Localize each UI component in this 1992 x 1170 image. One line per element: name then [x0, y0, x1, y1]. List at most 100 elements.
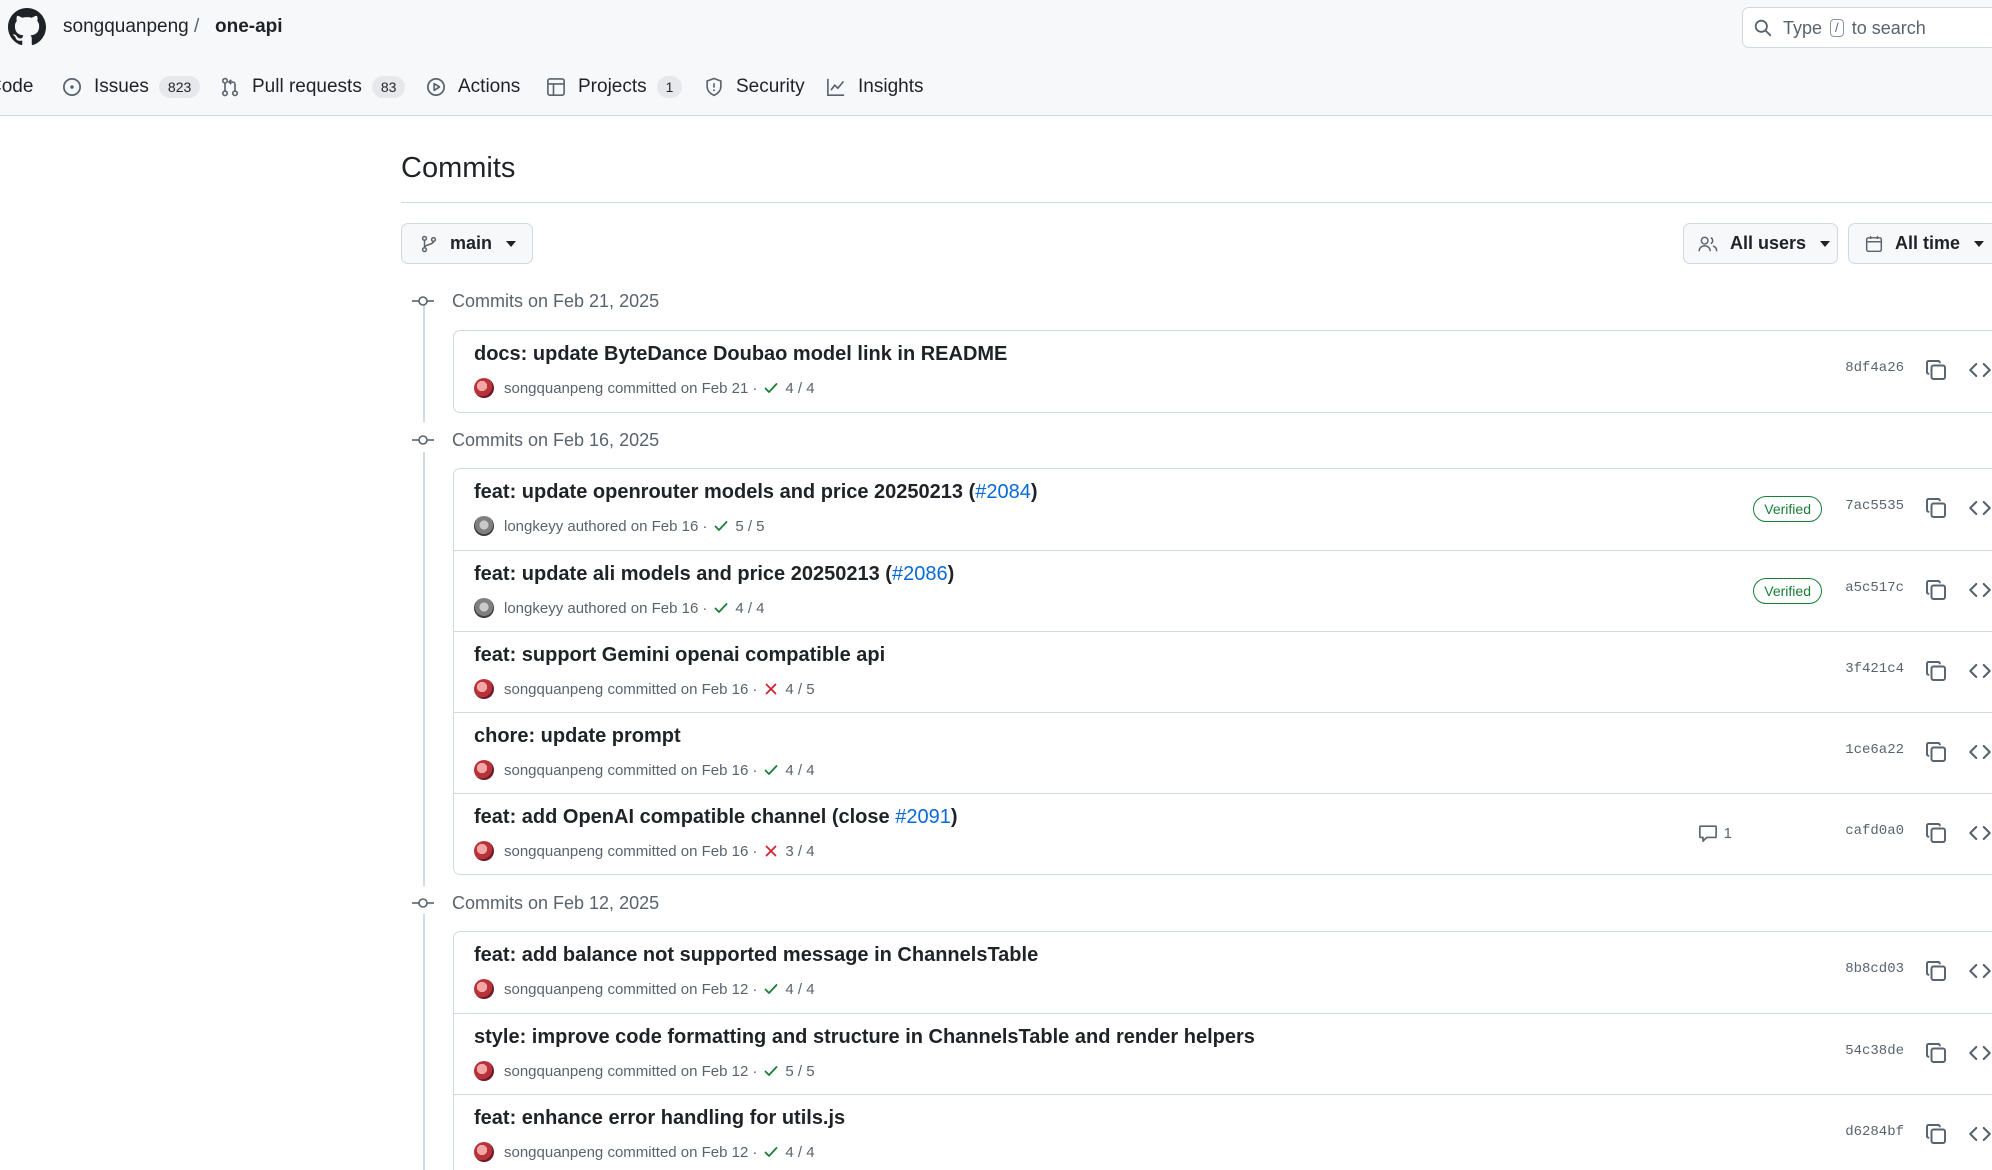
commit-message[interactable]: docs: update ByteDance Doubao model link… — [474, 343, 1007, 366]
tab-code[interactable]: Code — [0, 69, 33, 105]
commit-action: committed — [607, 1062, 677, 1080]
code-browse-icon[interactable] — [1968, 1041, 1992, 1065]
time-filter-button[interactable]: All time — [1848, 223, 1992, 264]
copy-icon[interactable] — [1924, 496, 1948, 520]
copy-icon[interactable] — [1924, 358, 1948, 382]
page-title: Commits — [401, 152, 516, 184]
code-browse-icon[interactable] — [1968, 659, 1992, 683]
copy-icon[interactable] — [1924, 659, 1948, 683]
author-name[interactable]: songquanpeng — [504, 1144, 603, 1161]
code-browse-icon[interactable] — [1968, 358, 1992, 382]
commit-row[interactable]: feat: support Gemini openai compatible a… — [454, 631, 1992, 712]
checks-count[interactable]: 4 / 4 — [785, 762, 814, 779]
commit-message[interactable]: chore: update prompt — [474, 725, 681, 748]
verified-badge[interactable]: Verified — [1753, 578, 1822, 604]
avatar[interactable] — [474, 841, 494, 861]
code-browse-icon[interactable] — [1968, 578, 1992, 602]
tab-pull-requests[interactable]: Pull requests 83 — [220, 69, 406, 105]
breadcrumb-repo[interactable]: one-api — [215, 15, 283, 39]
comments-count[interactable]: 1 — [1698, 823, 1732, 843]
commit-message[interactable]: feat: support Gemini openai compatible a… — [474, 644, 885, 667]
commit-message[interactable]: feat: enhance error handling for utils.j… — [474, 1107, 845, 1130]
commit-row[interactable]: chore: update prompt songquanpeng committ… — [454, 712, 1992, 793]
commit-sha[interactable]: d6284bf — [1845, 1124, 1904, 1140]
copy-icon[interactable] — [1924, 1041, 1948, 1065]
verified-badge[interactable]: Verified — [1753, 496, 1822, 522]
commit-sha[interactable]: 7ac5535 — [1845, 498, 1904, 514]
checks-count[interactable]: 4 / 4 — [785, 1144, 814, 1161]
tab-actions[interactable]: Actions — [426, 69, 520, 105]
avatar[interactable] — [474, 378, 494, 398]
code-browse-icon[interactable] — [1968, 496, 1992, 520]
avatar[interactable] — [474, 516, 494, 536]
author-name[interactable]: longkeyy — [504, 600, 563, 617]
projects-counter: 1 — [656, 76, 683, 98]
commit-message[interactable]: feat: update ali models and price 202502… — [474, 563, 954, 586]
tab-projects[interactable]: Projects 1 — [546, 69, 683, 105]
copy-icon[interactable] — [1924, 578, 1948, 602]
tab-insights[interactable]: Insights — [826, 69, 923, 105]
chevron-down-icon — [506, 240, 517, 247]
check-icon — [764, 984, 778, 994]
commit-row[interactable]: feat: add balance not supported message … — [454, 932, 1992, 1013]
commit-sha[interactable]: 1ce6a22 — [1845, 742, 1904, 758]
commit-sha[interactable]: 8b8cd03 — [1845, 961, 1904, 977]
tab-issues[interactable]: Issues 823 — [62, 69, 201, 105]
avatar[interactable] — [474, 1142, 494, 1162]
commit-sha[interactable]: 8df4a26 — [1845, 360, 1904, 376]
branch-select-button[interactable]: main — [401, 223, 533, 264]
code-browse-icon[interactable] — [1968, 821, 1992, 845]
github-logo-icon[interactable] — [8, 8, 46, 46]
checks-count[interactable]: 4 / 4 — [785, 380, 814, 397]
pr-link[interactable]: #2086 — [892, 563, 948, 585]
author-name[interactable]: songquanpeng — [504, 681, 603, 698]
commit-sha[interactable]: a5c517c — [1845, 580, 1904, 596]
copy-icon[interactable] — [1924, 959, 1948, 983]
commit-message[interactable]: feat: add balance not supported message … — [474, 944, 1038, 967]
code-browse-icon[interactable] — [1968, 740, 1992, 764]
avatar[interactable] — [474, 979, 494, 999]
avatar[interactable] — [474, 598, 494, 618]
commit-row[interactable]: feat: update ali models and price 202502… — [454, 550, 1992, 631]
author-name[interactable]: songquanpeng — [504, 380, 603, 397]
avatar[interactable] — [474, 679, 494, 699]
commit-sha[interactable]: 3f421c4 — [1845, 661, 1904, 677]
commit-row[interactable]: feat: update openrouter models and price… — [454, 469, 1992, 550]
avatar[interactable] — [474, 1061, 494, 1081]
avatar[interactable] — [474, 760, 494, 780]
checks-count[interactable]: 4 / 5 — [785, 681, 814, 698]
checks-count[interactable]: 4 / 4 — [785, 981, 814, 998]
commit-message[interactable]: feat: update openrouter models and price… — [474, 481, 1038, 504]
copy-icon[interactable] — [1924, 1122, 1948, 1146]
author-name[interactable]: longkeyy — [504, 518, 563, 535]
breadcrumb-owner[interactable]: songquanpeng — [63, 15, 189, 39]
checks-count[interactable]: 5 / 5 — [735, 518, 764, 535]
commit-row[interactable]: feat: add OpenAI compatible channel (clo… — [454, 793, 1992, 874]
checks-count[interactable]: 4 / 4 — [735, 600, 764, 617]
search-input[interactable]: Type / to search — [1742, 7, 1992, 48]
commit-row[interactable]: feat: enhance error handling for utils.j… — [454, 1094, 1992, 1170]
commit-row[interactable]: docs: update ByteDance Doubao model link… — [454, 331, 1992, 412]
commit-sha[interactable]: cafd0a0 — [1845, 823, 1904, 839]
commit-message[interactable]: feat: add OpenAI compatible channel (clo… — [474, 806, 958, 829]
commit-meta: songquanpeng committed on Feb 16 · 4 / 4 — [474, 759, 815, 781]
users-filter-button[interactable]: All users — [1683, 223, 1838, 264]
commit-message[interactable]: style: improve code formatting and struc… — [474, 1026, 1255, 1049]
pr-link[interactable]: #2091 — [895, 806, 951, 828]
author-name[interactable]: songquanpeng — [504, 981, 603, 998]
copy-icon[interactable] — [1924, 740, 1948, 764]
checks-count[interactable]: 5 / 5 — [785, 1063, 814, 1080]
checks-count[interactable]: 3 / 4 — [785, 843, 814, 860]
author-name[interactable]: songquanpeng — [504, 843, 603, 860]
commit-action: committed — [607, 761, 677, 779]
commit-sha[interactable]: 54c38de — [1845, 1043, 1904, 1059]
code-browse-icon[interactable] — [1968, 959, 1992, 983]
tab-security[interactable]: Security — [704, 69, 805, 105]
author-name[interactable]: songquanpeng — [504, 762, 603, 779]
code-browse-icon[interactable] — [1968, 1122, 1992, 1146]
author-name[interactable]: songquanpeng — [504, 1063, 603, 1080]
copy-icon[interactable] — [1924, 821, 1948, 845]
pr-link[interactable]: #2084 — [975, 481, 1031, 503]
commit-row[interactable]: style: improve code formatting and struc… — [454, 1013, 1992, 1094]
separator-dot: · — [752, 1143, 758, 1161]
